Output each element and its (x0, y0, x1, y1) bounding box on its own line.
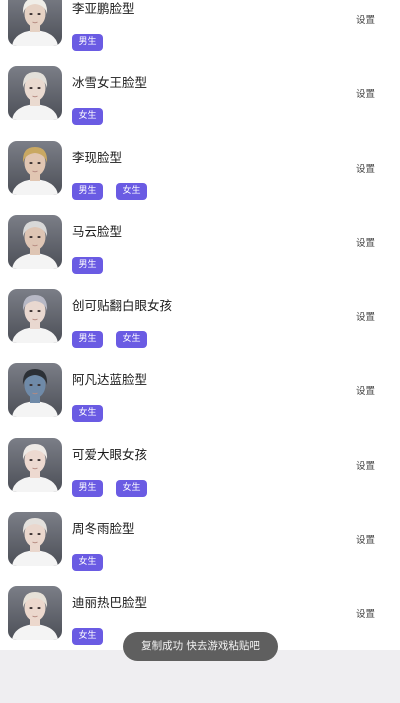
setting-button[interactable]: 设置 (356, 86, 375, 100)
tag-group: 女生 (72, 628, 103, 646)
gender-tag: 女生 (72, 405, 103, 423)
setting-button[interactable]: 设置 (356, 12, 375, 26)
tag-group: 女生 (72, 554, 103, 572)
tag-group: 男生 女生 (72, 182, 147, 200)
face-avatar (8, 586, 62, 641)
face-name: 李现脸型 (72, 149, 123, 165)
face-list-item[interactable]: 可爱大眼女孩 男生 女生 设置 (0, 437, 400, 512)
setting-button[interactable]: 设置 (356, 235, 375, 249)
tag-group: 女生 (72, 405, 103, 423)
face-name: 迪丽热巴脸型 (72, 595, 148, 611)
face-name: 创可贴翻白眼女孩 (72, 298, 173, 314)
face-name: 马云脸型 (72, 223, 123, 239)
gender-tag: 女生 (72, 628, 103, 646)
setting-button[interactable]: 设置 (356, 383, 375, 397)
gender-tag: 女生 (72, 554, 103, 572)
face-avatar (8, 512, 62, 567)
gender-tag: 女生 (72, 108, 103, 126)
gender-tag: 女生 (116, 479, 147, 497)
face-list-item[interactable]: 阿凡达蓝脸型 女生 设置 (0, 363, 400, 437)
tag-group: 男生 (72, 256, 103, 274)
tag-group: 男生 女生 (72, 331, 147, 349)
face-list: 李亚鹏脸型 男生 设置 冰雪女王脸型 女生 设置 李现脸型 男生 女生 设置 马云脸型 男生 设置 创可贴… (0, 0, 400, 661)
face-name: 阿凡达蓝脸型 (72, 372, 148, 388)
gender-tag: 女生 (116, 182, 147, 200)
face-avatar (8, 66, 62, 121)
face-name: 冰雪女王脸型 (72, 75, 148, 91)
face-avatar (8, 140, 62, 195)
face-list-item[interactable]: 李现脸型男生 女生 设置 (0, 140, 400, 215)
toast-message: 复制成功 快去游戏粘贴吧 (123, 632, 278, 661)
face-name: 周冬雨脸型 (72, 521, 135, 537)
gender-tag: 女生 (116, 331, 147, 349)
face-list-item[interactable]: 创可贴翻白眼女孩 男生 女生 设置 (0, 289, 400, 363)
face-name: 李亚鹏脸型 (72, 1, 135, 16)
face-avatar (8, 363, 62, 418)
setting-button[interactable]: 设置 (356, 606, 375, 620)
gender-tag: 男生 (72, 479, 103, 497)
gender-tag: 男生 (72, 182, 103, 200)
setting-button[interactable]: 设置 (356, 458, 375, 472)
gender-tag: 男生 (72, 34, 103, 51)
screen: 李亚鹏脸型 男生 设置 冰雪女王脸型 女生 设置 李现脸型 男生 女生 设置 马云脸型 男生 设置 创可贴… (0, 0, 400, 703)
face-avatar (8, 437, 62, 492)
tag-group: 男生 女生 (72, 479, 147, 497)
face-avatar (8, 0, 62, 46)
setting-button[interactable]: 设置 (356, 309, 375, 323)
setting-button[interactable]: 设置 (356, 532, 375, 546)
face-list-item[interactable]: 周冬雨脸型女生 设置 (0, 512, 400, 586)
face-list-item[interactable]: 李亚鹏脸型男生 设置 (0, 0, 400, 66)
face-list-item[interactable]: 冰雪女王脸型 女生 设置 (0, 66, 400, 140)
gender-tag: 男生 (72, 256, 103, 274)
tag-group: 男生 (72, 34, 103, 51)
tag-group: 女生 (72, 108, 103, 126)
face-name: 可爱大眼女孩 (72, 446, 148, 462)
face-avatar (8, 214, 62, 269)
face-list-item[interactable]: 马云脸型男生 设置 (0, 214, 400, 289)
face-avatar (8, 289, 62, 344)
gender-tag: 男生 (72, 331, 103, 349)
setting-button[interactable]: 设置 (356, 161, 375, 175)
